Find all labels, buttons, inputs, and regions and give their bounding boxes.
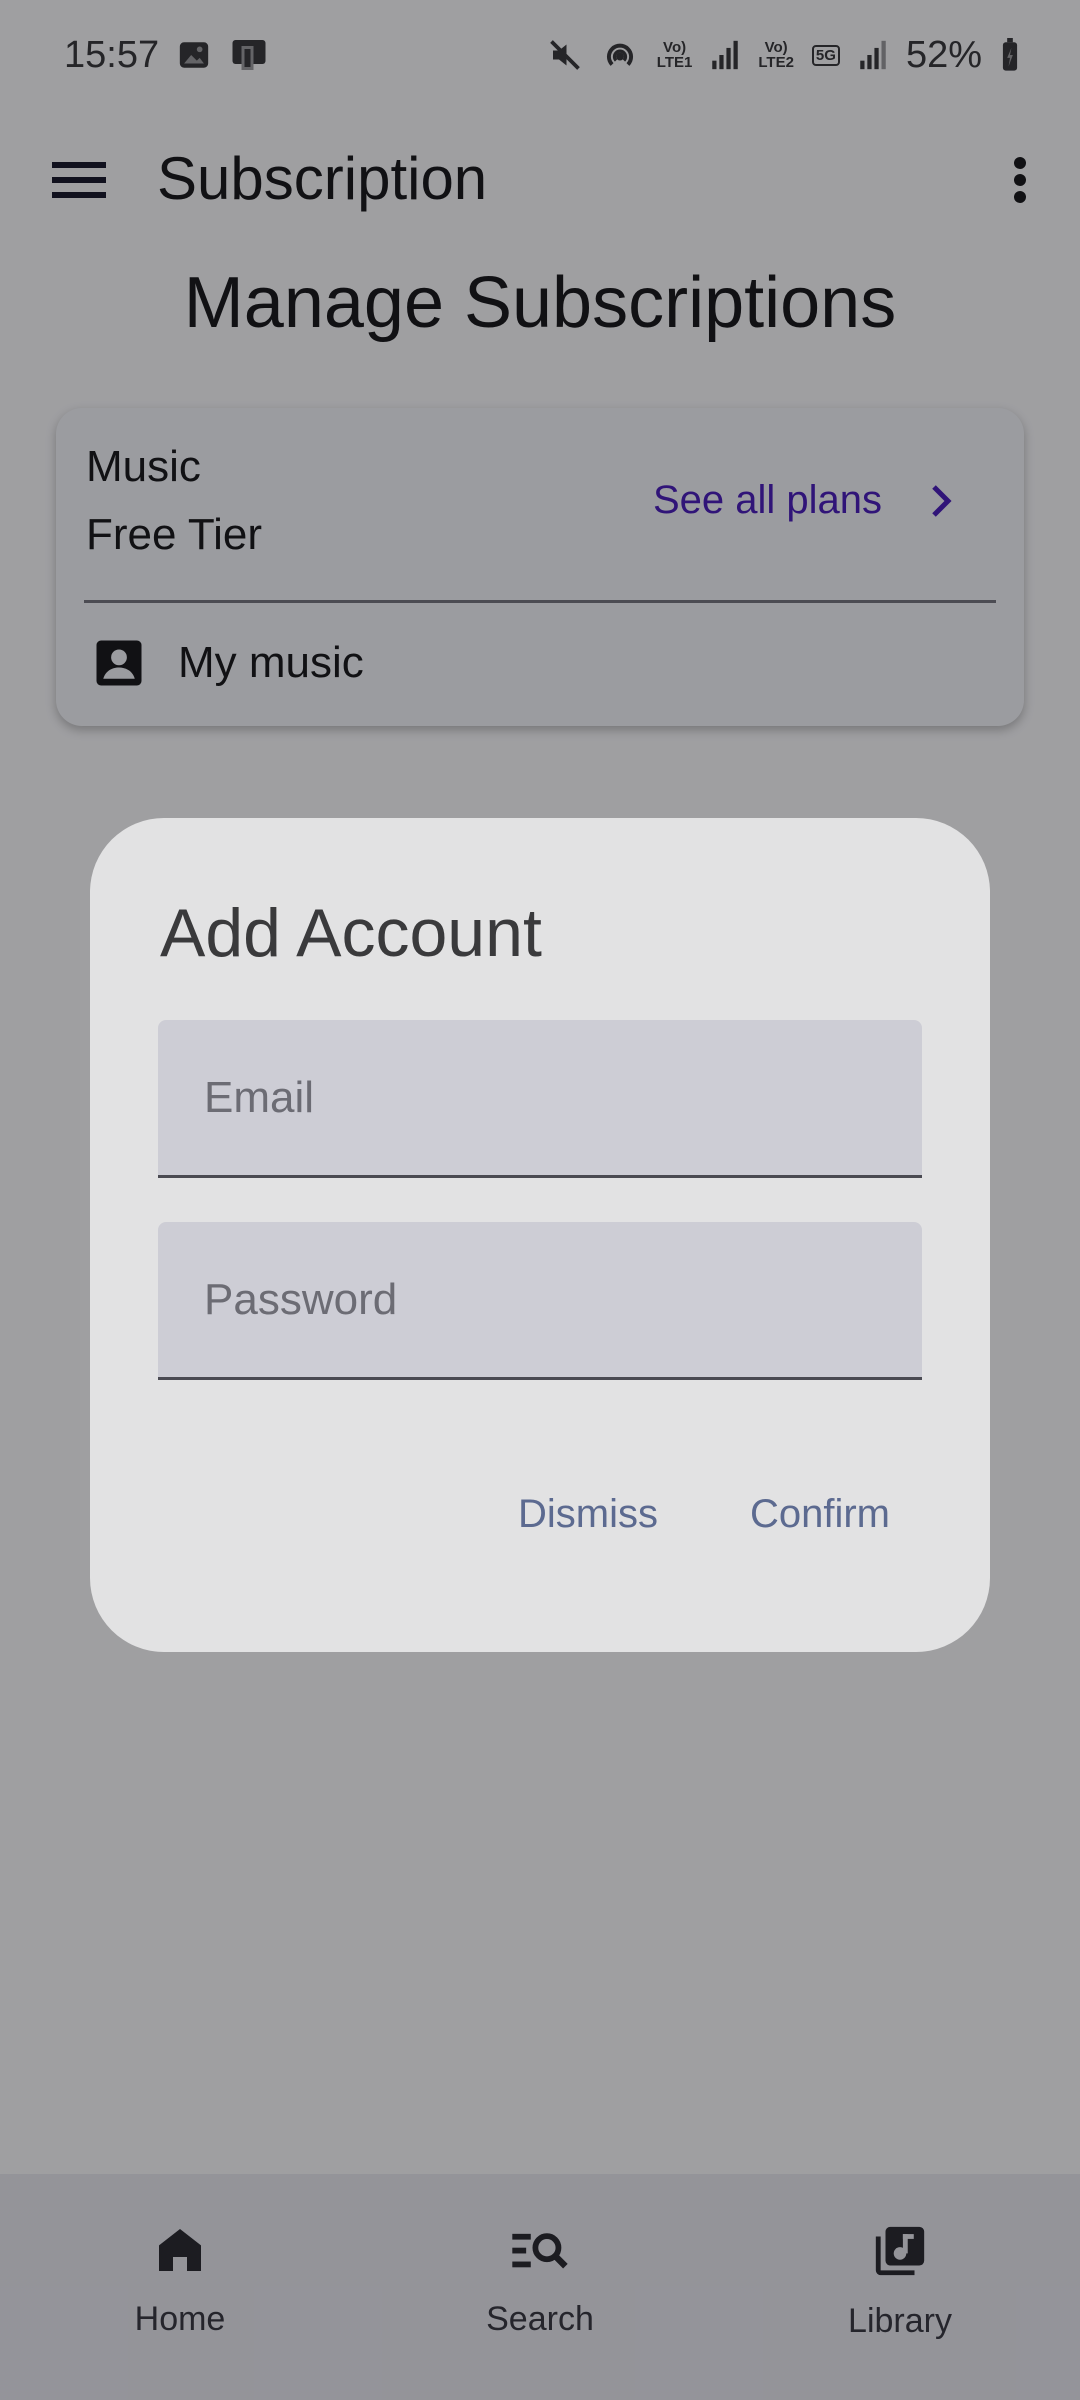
confirm-button[interactable]: Confirm [750, 1492, 890, 1537]
dialog-actions: Dismiss Confirm [518, 1492, 890, 1537]
email-field-container [158, 1020, 922, 1178]
password-field[interactable] [158, 1222, 922, 1377]
add-account-dialog: Add Account Dismiss Confirm [90, 818, 990, 1652]
email-field[interactable] [158, 1020, 922, 1175]
password-field-container [158, 1222, 922, 1380]
dismiss-button[interactable]: Dismiss [518, 1492, 658, 1537]
dialog-title: Add Account [160, 895, 542, 971]
